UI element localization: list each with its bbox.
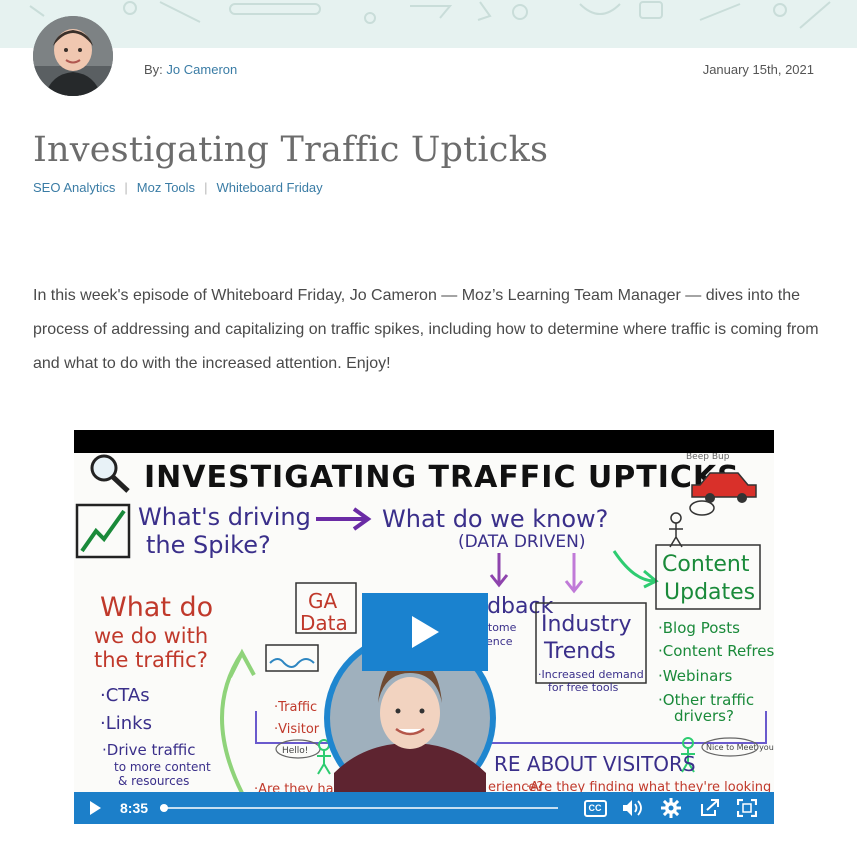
wb-what-do-2: we do with [94,624,208,648]
author-link[interactable]: Jo Cameron [166,62,237,77]
wb-action: ·CTAs [100,685,150,706]
captions-icon: CC [583,799,607,817]
wb-industry-2: Trends [543,639,616,664]
wb-ga-2: Data [300,611,348,635]
wb-heading: INVESTIGATING TRAFFIC UPTICKS [144,460,740,495]
play-button[interactable] [78,792,112,824]
wb-data-driven: (DATA DRIVEN) [458,532,585,552]
byline: By: Jo Cameron [144,62,237,77]
video-player[interactable]: INVESTIGATING TRAFFIC UPTICKS Beep Bup W… [74,430,774,824]
play-icon [90,801,101,815]
arrow-down-icon [564,553,584,594]
wb-content-item: drivers? [674,707,734,725]
wb-visitors: RE ABOUT VISITORS [494,752,696,776]
wb-content-1: Content [662,552,750,577]
author-avatar[interactable] [33,16,113,96]
tag-separator: | [204,180,208,195]
arrow-down-icon [489,553,509,588]
progress-handle[interactable] [160,804,169,812]
progress-bar[interactable] [160,804,559,812]
wb-drive-sub2: & resources [118,774,189,788]
gear-icon [661,798,682,818]
wb-content-item: ·Content Refresh [658,642,774,660]
tag-moz-tools[interactable]: Moz Tools [137,180,195,195]
intro-paragraph: In this week's episode of Whiteboard Fri… [33,287,819,372]
play-button-large[interactable] [362,593,488,671]
wb-action: ·Drive traffic [102,741,196,759]
tag-list: SEO Analytics | Moz Tools | Whiteboard F… [33,180,323,195]
settings-button[interactable] [652,792,690,824]
wb-content-item: ·Blog Posts [658,619,740,637]
captions-button[interactable]: CC [576,792,614,824]
tag-whiteboard-friday[interactable]: Whiteboard Friday [216,180,322,195]
wb-question-1b: the Spike? [146,531,271,559]
header-banner [0,0,857,48]
wb-traffic-2: ·Visitor [274,722,320,737]
wb-industry-1: Industry [541,612,632,637]
arrow-right-icon [316,507,372,531]
wb-corner-note: Beep Bup [686,453,730,462]
tag-seo-analytics[interactable]: SEO Analytics [33,180,115,195]
wb-what-do-3: the traffic? [94,648,208,672]
wb-industry-sub2: for free tools [548,681,619,694]
wb-bubble-right: Nice to Meet you [706,743,774,752]
wb-drive-sub1: to more content [114,760,211,774]
fullscreen-icon [737,799,758,817]
wb-bubble-left: Hello! [282,746,308,756]
share-icon [701,799,720,816]
video-duration: 8:35 [120,800,149,816]
wb-what-do-1: What do [100,592,213,623]
tag-separator: | [124,180,128,195]
wb-ga-1: GA [308,589,337,613]
arrow-curve-icon [612,550,659,589]
wb-question-1a: What's driving [138,503,311,531]
wb-content-item: ·Webinars [658,667,733,685]
video-controls: 8:35 CC [74,792,774,824]
video-frame[interactable]: INVESTIGATING TRAFFIC UPTICKS Beep Bup W… [74,453,774,798]
volume-button[interactable] [614,792,652,824]
magnifier-icon [90,454,130,493]
wb-feedback-sub2: ence [486,635,513,648]
stick-figure-icon [669,500,715,548]
wb-question-2: What do we know? [382,505,608,533]
wb-content-2: Updates [664,580,755,605]
share-button[interactable] [690,792,728,824]
doodle-pattern [29,1,831,29]
trend-chart-icon [75,503,131,559]
play-icon [412,616,439,648]
page-title: Investigating Traffic Upticks [33,130,549,170]
wb-action: ·Links [100,713,152,734]
author-photo [33,16,113,96]
wb-traffic-1: ·Traffic [274,700,317,715]
byline-label: By: [144,62,163,77]
volume-icon [623,800,642,816]
fullscreen-button[interactable] [728,792,766,824]
wb-industry-sub1: ·Increased demand [538,668,644,681]
arrow-loop-icon [220,648,256,794]
post-date: January 15th, 2021 [702,62,814,77]
